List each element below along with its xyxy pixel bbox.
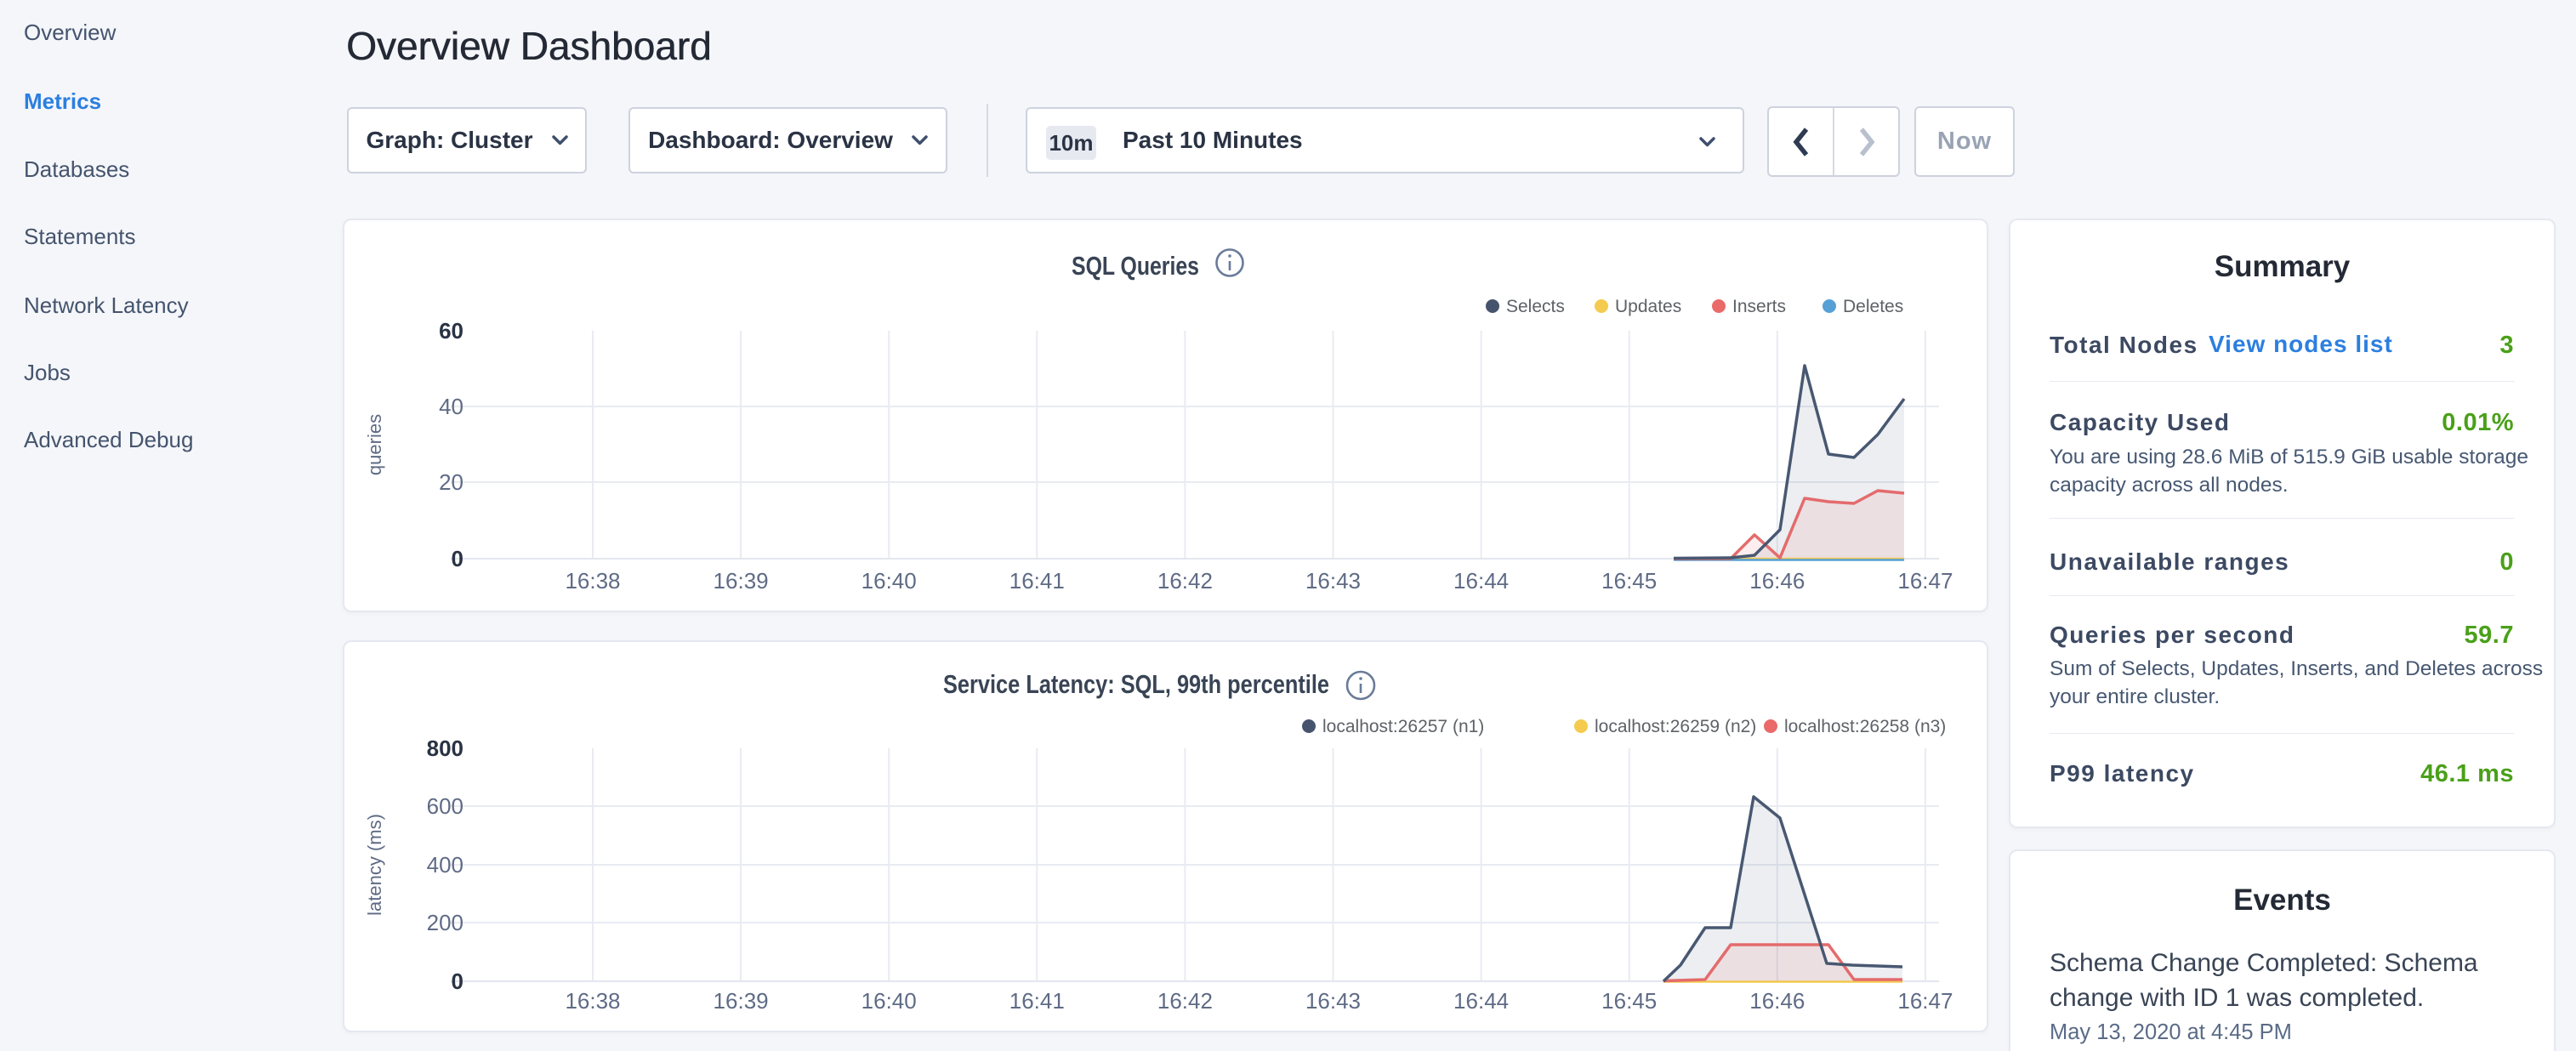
svg-text:16:38: 16:38 xyxy=(565,568,620,594)
svg-text:latency (ms): latency (ms) xyxy=(364,814,385,916)
svg-text:600: 600 xyxy=(427,793,463,819)
svg-text:Updates: Updates xyxy=(1615,297,1681,316)
svg-text:16:42: 16:42 xyxy=(1157,568,1213,594)
svg-text:16:41: 16:41 xyxy=(1009,568,1065,594)
svg-text:queries: queries xyxy=(364,414,385,475)
svg-text:16:40: 16:40 xyxy=(862,988,917,1014)
svg-text:400: 400 xyxy=(427,852,463,878)
svg-text:16:43: 16:43 xyxy=(1305,568,1361,594)
svg-text:Inserts: Inserts xyxy=(1732,297,1786,316)
svg-text:16:43: 16:43 xyxy=(1305,988,1361,1014)
svg-text:localhost:26258 (n3): localhost:26258 (n3) xyxy=(1784,717,1946,736)
svg-text:16:47: 16:47 xyxy=(1897,988,1953,1014)
svg-text:20: 20 xyxy=(439,469,463,495)
svg-text:16:47: 16:47 xyxy=(1897,568,1953,594)
svg-text:16:40: 16:40 xyxy=(862,568,917,594)
svg-text:800: 800 xyxy=(427,736,463,761)
svg-text:0: 0 xyxy=(452,546,463,571)
svg-text:16:46: 16:46 xyxy=(1749,988,1805,1014)
svg-text:localhost:26257 (n1): localhost:26257 (n1) xyxy=(1322,717,1484,736)
svg-text:16:45: 16:45 xyxy=(1601,988,1657,1014)
svg-text:0: 0 xyxy=(452,969,463,994)
svg-text:Selects: Selects xyxy=(1506,297,1565,316)
svg-text:Service Latency: SQL, 99th per: Service Latency: SQL, 99th percentile xyxy=(943,669,1329,699)
svg-text:16:44: 16:44 xyxy=(1453,988,1509,1014)
svg-text:200: 200 xyxy=(427,910,463,935)
svg-text:16:38: 16:38 xyxy=(565,988,620,1014)
svg-text:16:39: 16:39 xyxy=(714,988,769,1014)
svg-text:SQL Queries: SQL Queries xyxy=(1072,251,1199,281)
svg-text:16:44: 16:44 xyxy=(1453,568,1509,594)
svg-text:16:41: 16:41 xyxy=(1009,988,1065,1014)
svg-text:60: 60 xyxy=(439,318,463,344)
svg-text:16:45: 16:45 xyxy=(1601,568,1657,594)
svg-text:40: 40 xyxy=(439,394,463,419)
svg-text:Deletes: Deletes xyxy=(1843,297,1903,316)
svg-text:16:39: 16:39 xyxy=(714,568,769,594)
svg-text:16:46: 16:46 xyxy=(1749,568,1805,594)
svg-text:16:42: 16:42 xyxy=(1157,988,1213,1014)
svg-text:localhost:26259 (n2): localhost:26259 (n2) xyxy=(1595,717,1756,736)
